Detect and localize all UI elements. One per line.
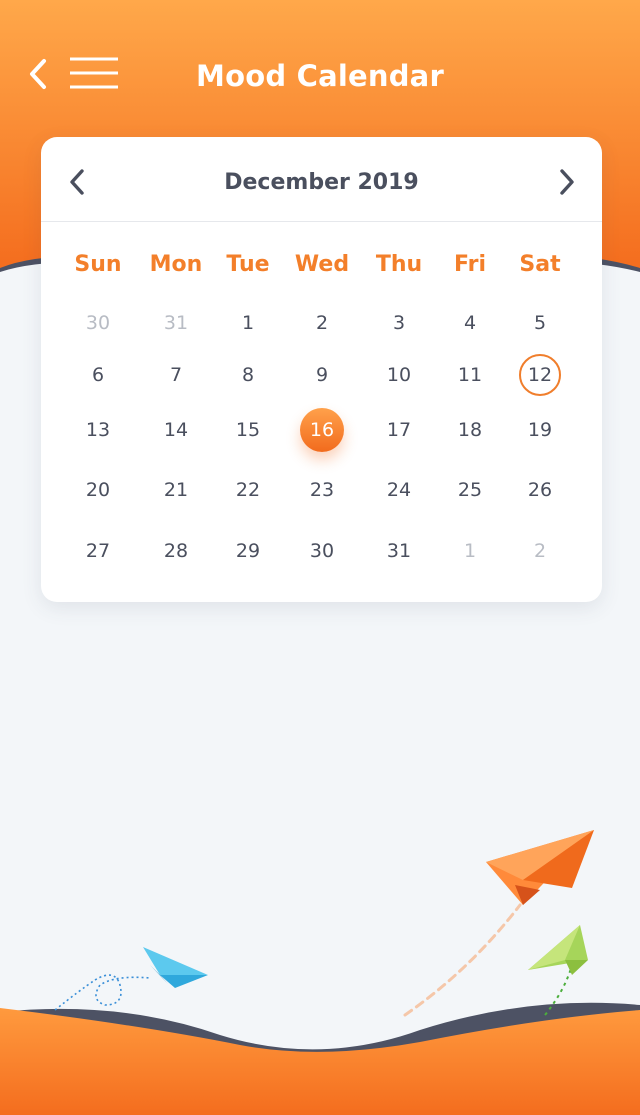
calendar-day[interactable]: 23 [300, 468, 344, 512]
calendar-day[interactable]: 18 [448, 408, 492, 452]
weekday-mon: Mon [149, 252, 203, 277]
weekday-sat: Sat [519, 252, 561, 277]
calendar-day[interactable]: 14 [154, 408, 198, 452]
calendar-day[interactable]: 10 [377, 353, 421, 397]
weekday-wed: Wed [294, 252, 350, 277]
calendar-day[interactable]: 24 [377, 468, 421, 512]
calendar-day[interactable]: 21 [154, 468, 198, 512]
selected-day[interactable]: 16 [300, 408, 344, 452]
calendar-day[interactable]: 15 [226, 408, 270, 452]
calendar-day[interactable]: 30 [300, 529, 344, 573]
calendar-day[interactable]: 9 [300, 353, 344, 397]
chevron-right-icon [560, 169, 574, 195]
calendar-day[interactable]: 8 [226, 353, 270, 397]
calendar-day[interactable]: 26 [518, 468, 562, 512]
calendar-day[interactable]: 3 [377, 301, 421, 345]
weekday-fri: Fri [453, 252, 486, 277]
page-title: Mood Calendar [196, 59, 444, 93]
calendar-day[interactable]: 2 [300, 301, 344, 345]
calendar-day[interactable]: 28 [154, 529, 198, 573]
calendar-day[interactable]: 29 [226, 529, 270, 573]
month-label: December 2019 [224, 170, 419, 195]
next-month-button[interactable] [551, 167, 581, 197]
calendar-day[interactable]: 17 [377, 408, 421, 452]
outside-month-day[interactable]: 1 [448, 529, 492, 573]
outside-month-day[interactable]: 31 [154, 301, 198, 345]
app-header: Mood Calendar [0, 0, 640, 150]
calendar-day[interactable]: 7 [154, 353, 198, 397]
calendar-day[interactable]: 4 [448, 301, 492, 345]
today-day[interactable]: 12 [519, 354, 561, 396]
calendar-day[interactable]: 5 [518, 301, 562, 345]
calendar-day[interactable]: 27 [76, 529, 120, 573]
calendar-day[interactable]: 31 [377, 529, 421, 573]
weekday-sun: Sun [74, 252, 122, 277]
outside-month-day[interactable]: 30 [76, 301, 120, 345]
calendar-day[interactable]: 20 [76, 468, 120, 512]
calendar-day[interactable]: 19 [518, 408, 562, 452]
orange-paper-plane-icon [486, 830, 594, 905]
calendar-day[interactable]: 13 [76, 408, 120, 452]
blue-paper-plane-icon [143, 947, 208, 988]
calendar-day[interactable]: 11 [448, 353, 492, 397]
weekday-thu: Thu [375, 252, 423, 277]
green-paper-plane-icon [528, 925, 588, 975]
weekday-tue: Tue [226, 252, 270, 277]
calendar-day[interactable]: 22 [226, 468, 270, 512]
calendar-day[interactable]: 25 [448, 468, 492, 512]
calendar-day[interactable]: 1 [226, 301, 270, 345]
month-navigation: December 2019 [41, 137, 602, 222]
outside-month-day[interactable]: 2 [518, 529, 562, 573]
calendar-day[interactable]: 6 [76, 353, 120, 397]
calendar-card: December 2019 Sun Mon Tue Wed Thu Fri Sat 30 31… [41, 137, 602, 602]
